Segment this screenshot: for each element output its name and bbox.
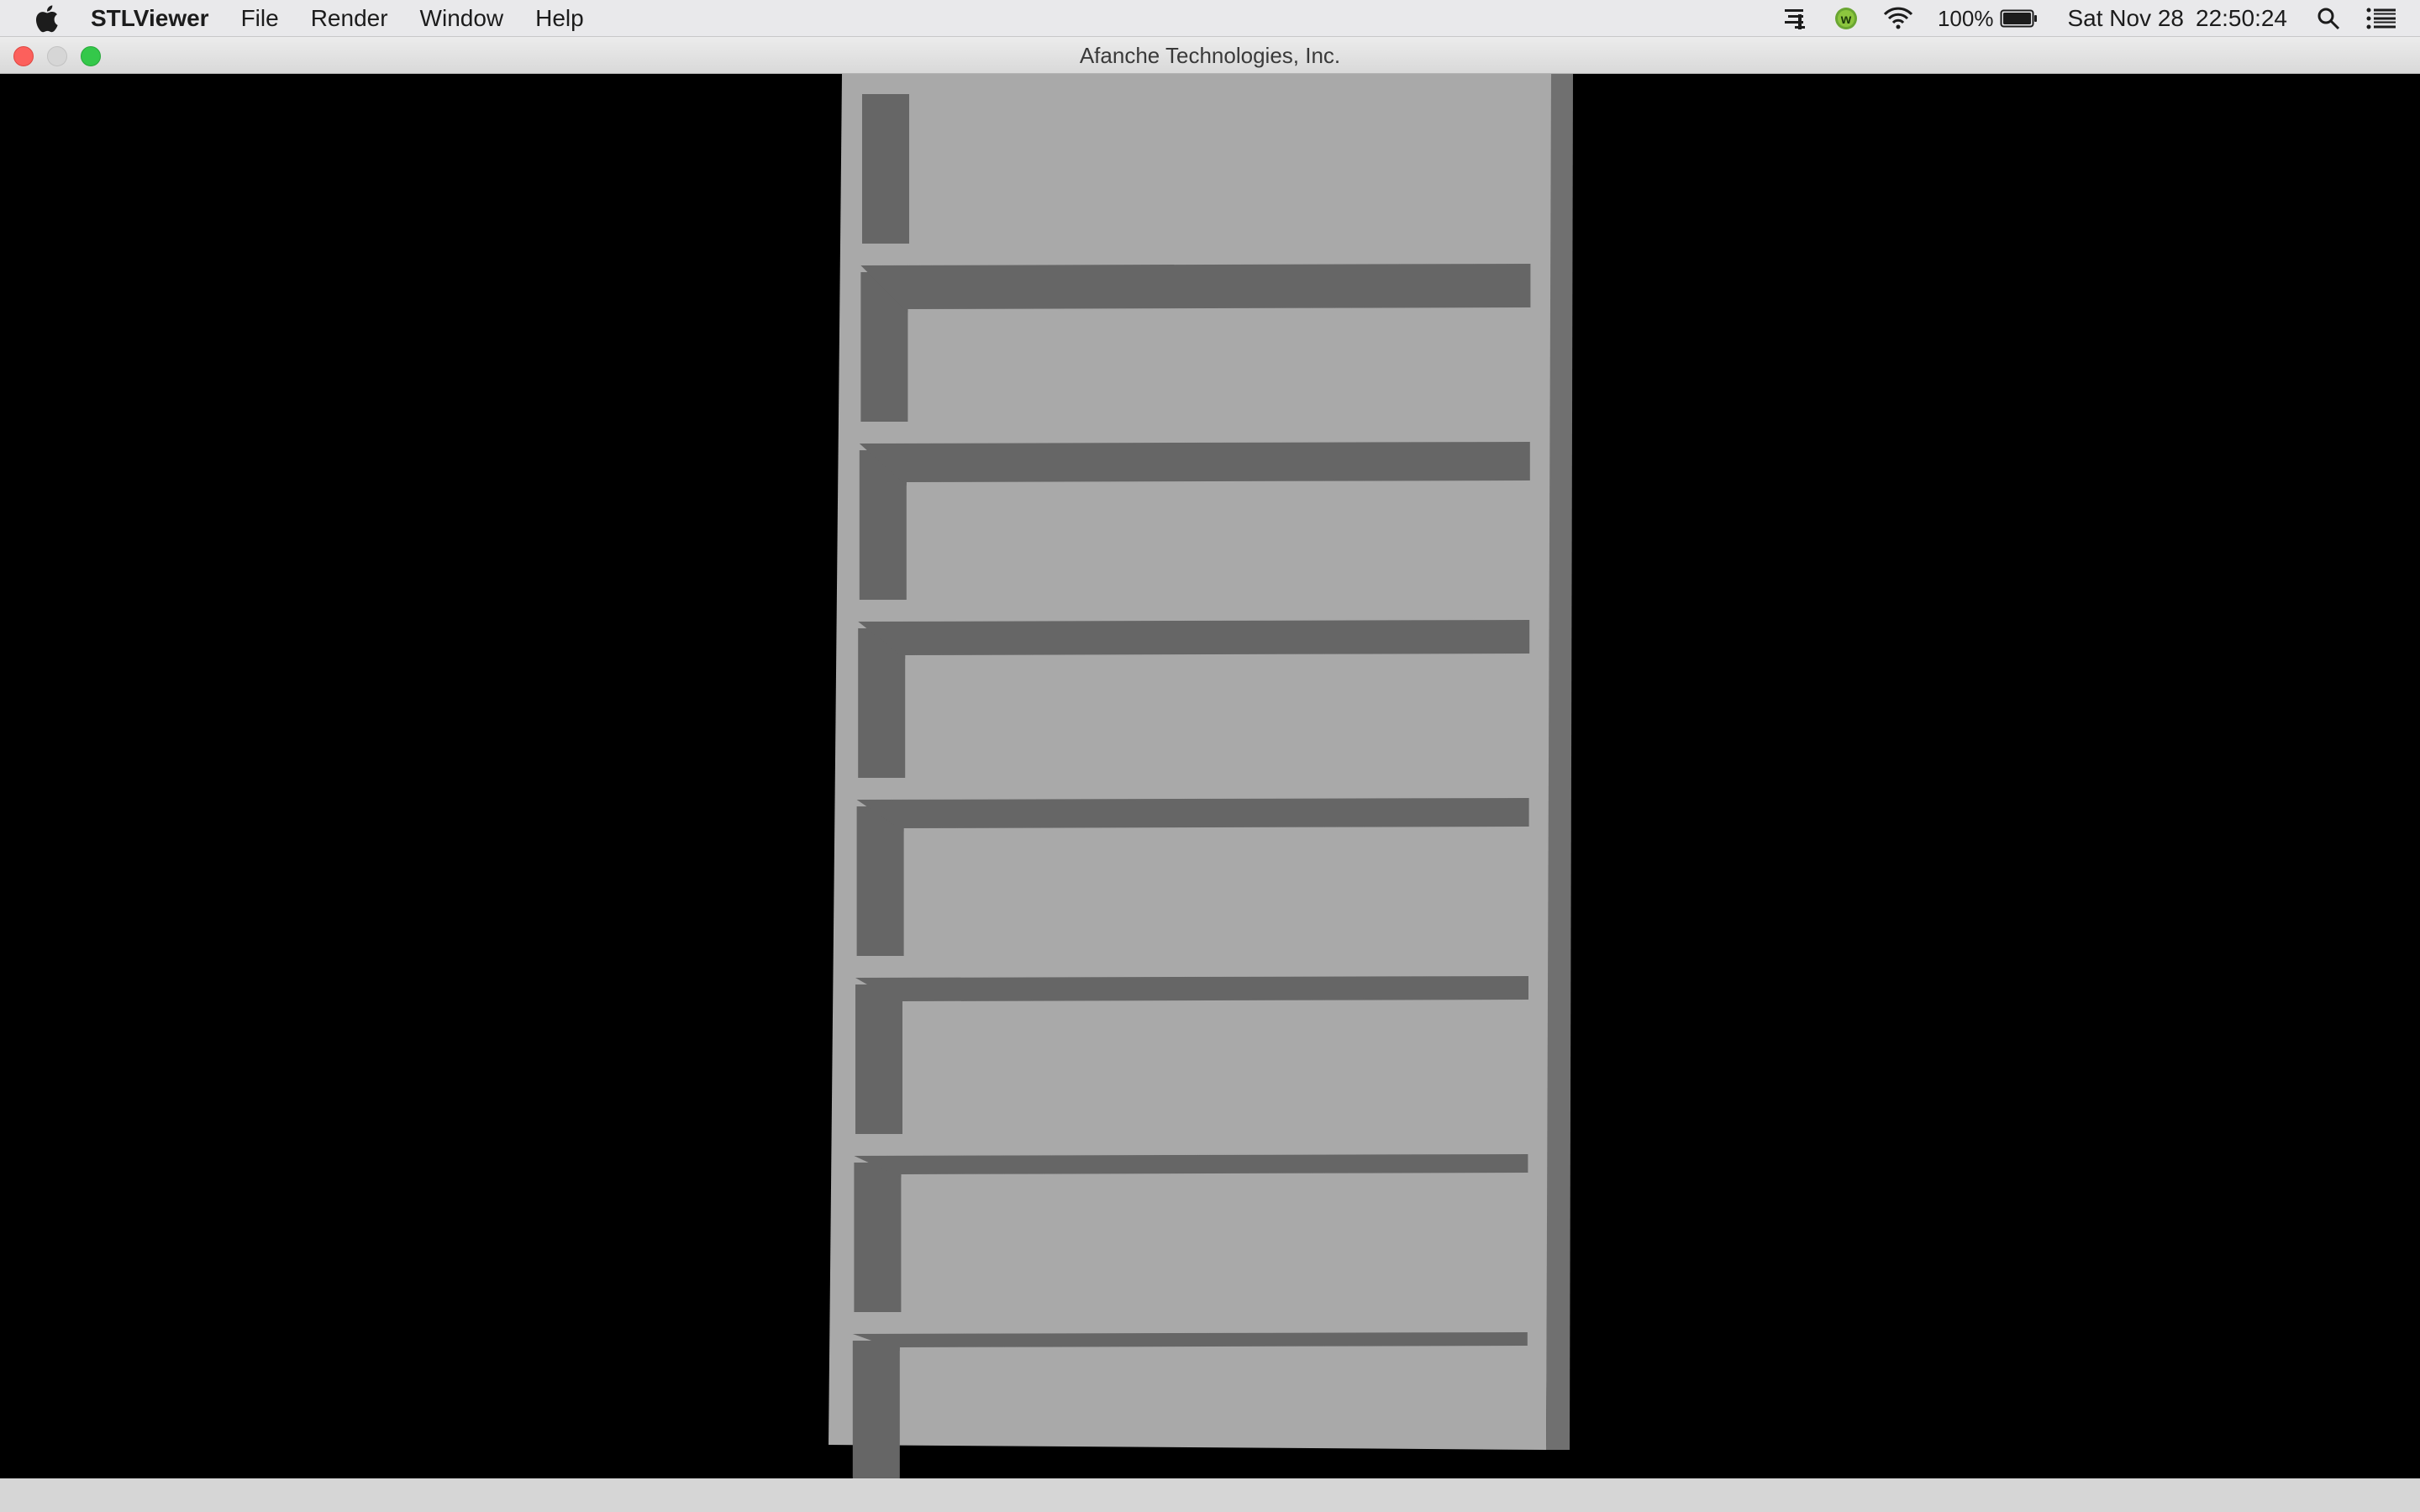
window-title: Afanche Technologies, Inc. — [1079, 43, 1341, 68]
apple-logo-icon[interactable] — [32, 4, 60, 33]
menu-help[interactable]: Help — [535, 0, 584, 37]
cast-icon[interactable] — [1783, 6, 1810, 31]
menu-render[interactable]: Render — [311, 0, 388, 37]
model-post-segment — [852, 1341, 900, 1478]
model-shelf — [858, 620, 1530, 659]
wifi-icon[interactable] — [1882, 6, 1914, 31]
battery-percent: 100% — [1937, 5, 1994, 31]
menu-time[interactable]: 22:50:24 — [2196, 5, 2287, 32]
status-area: w 100% Sat Nov 28 22:50:24 — [1760, 0, 2420, 37]
menu-bar: STLViewer File Render Window Help w 100%… — [0, 0, 2420, 37]
menu-window[interactable]: Window — [420, 0, 504, 37]
search-icon[interactable] — [2316, 6, 2341, 31]
svg-text:w: w — [1840, 13, 1852, 27]
menu-file[interactable]: File — [241, 0, 279, 37]
w-badge-icon[interactable]: w — [1833, 6, 1859, 31]
window-bottom-bar — [0, 1478, 2420, 1512]
menu-date[interactable]: Sat Nov 28 — [2067, 5, 2184, 32]
menu-app-name[interactable]: STLViewer — [91, 0, 209, 37]
model-post-segment — [856, 806, 904, 956]
model-shelf — [860, 264, 1531, 312]
model-post-segment — [862, 94, 909, 244]
list-icon[interactable] — [2366, 7, 2396, 30]
battery-icon[interactable] — [2000, 8, 2039, 29]
stl-model-render[interactable] — [0, 74, 2420, 1478]
3d-viewport[interactable] — [0, 74, 2420, 1478]
model-shelf — [856, 798, 1529, 832]
model-post-segment — [855, 984, 902, 1134]
window-title-bar[interactable]: Afanche Technologies, Inc. — [0, 37, 2420, 74]
model-shelf — [859, 442, 1530, 486]
model-post-segment — [854, 1163, 902, 1312]
